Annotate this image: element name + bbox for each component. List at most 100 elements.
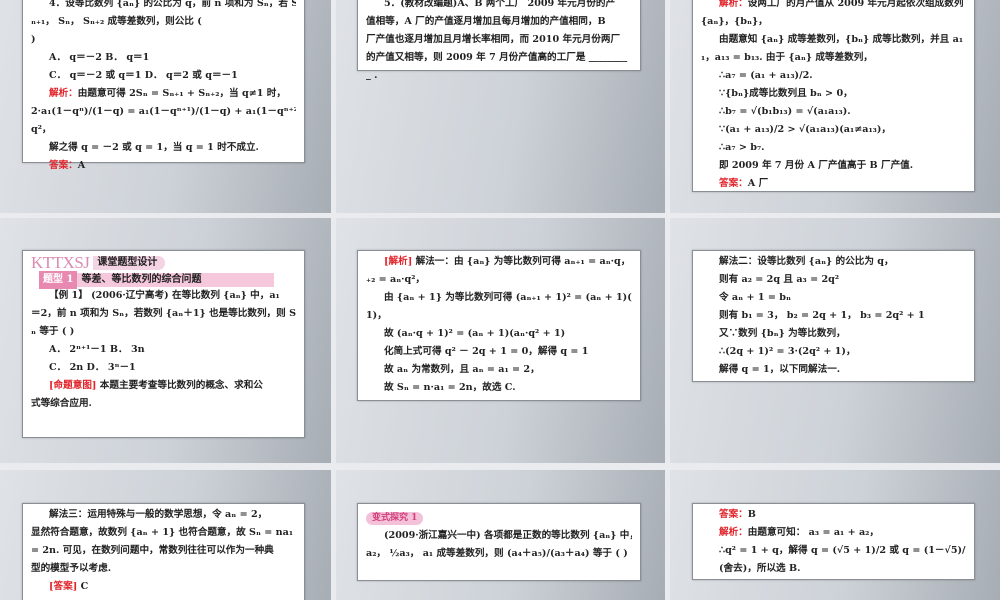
line-text: 本题主要考查等比数列的概念、求和公 — [96, 380, 263, 391]
line-text: 解得 q = 1，以下同解法一. — [719, 364, 841, 375]
text-line: 值相等，A 厂的产值逐月增加且每月增加的产值相同，B — [366, 13, 632, 31]
slide-content-box: 解法三：运用特殊与一般的数学思想，令 aₙ = 2， 显然符合题意，故数列 {aₙ… — [22, 503, 305, 600]
line-text: ₙ₊₁， Sₙ， Sₙ₊₂ 成等差数列，则公比 ( — [31, 16, 202, 27]
text-line: ₊₂ = aₙ·q²， — [366, 271, 632, 289]
text-line: q²， — [31, 121, 296, 139]
line-label: 答案： — [719, 178, 748, 189]
text-line: (舍去)，所以选 B. — [701, 560, 966, 578]
slide-content-box: [解析] 解法一：由 {aₙ} 为等比数列可得 aₙ₊₁ = aₙ·q， aₙ ₊… — [357, 250, 641, 401]
text-line: 故 (aₙ·q + 1)² = (aₙ + 1)(aₙ·q² + 1) — [366, 325, 632, 343]
section-logo: KTTXSJ — [31, 253, 90, 272]
line-text: 式等综合应用. — [31, 398, 92, 409]
slide-content-box: 4．设等比数列 {aₙ} 的公比为 q，前 n 项和为 Sₙ，若 S ₙ₊₁， S… — [22, 0, 305, 171]
text-line: 答案：A 厂 — [701, 175, 966, 193]
text-line: 型的模型予以考虑. — [31, 560, 296, 578]
text-line: 解析：由题意可得 2Sₙ = Sₙ₊₁ + Sₙ₊₂，当 q≠1 时， — [31, 85, 296, 103]
line-text: 值相等，A 厂的产值逐月增加且每月增加的产值相同，B — [366, 16, 606, 27]
line-label: 解析： — [719, 0, 748, 9]
text-line: 答案：B — [701, 506, 966, 524]
text-line: ＝2，前 n 项和为 Sₙ，若数列 {aₙ＋1} 也是等比数列，则 S — [31, 305, 296, 323]
line-label: [答案] — [49, 581, 78, 592]
text-line: (2009·浙江嘉兴一中) 各项都是正数的等比数列 {aₙ} 中， — [366, 527, 632, 545]
text-line: A． 2ⁿ⁺¹－1 B． 3n — [31, 341, 296, 359]
line-label: 解析： — [719, 527, 748, 538]
line-text: C． q＝－2 或 q＝1 D． q＝2 或 q＝－1 — [49, 70, 238, 81]
line-text: ₁，a₁₃ = b₁₃. 由于 {aₙ} 成等差数列， — [701, 52, 873, 63]
line-text: 则有 b₁ = 3， b₂ = 2q + 1， b₃ = 2q² + 1 — [719, 310, 925, 321]
line-text: _ . — [366, 70, 378, 81]
line-text: 解之得 q = －2 或 q = 1，当 q = 1 时不成立. — [49, 142, 259, 153]
text-line: 4．设等比数列 {aₙ} 的公比为 q，前 n 项和为 Sₙ，若 S — [31, 0, 296, 13]
text-line: ∵{bₙ}成等比数列且 bₙ > 0， — [701, 85, 966, 103]
slide-thumbnail-9[interactable]: 答案：B 解析：由题意可知： a₃ = a₁ + a₂， ∴q² = 1 + q，解… — [670, 470, 1000, 600]
line-text: ∴a₇ > b₇. — [719, 142, 765, 153]
slide-thumbnail-1[interactable]: 4．设等比数列 {aₙ} 的公比为 q，前 n 项和为 Sₙ，若 S ₙ₊₁， S… — [0, 0, 331, 213]
line-text: ∴a₇ = (a₁ + a₁₃)/2. — [719, 70, 813, 81]
line-text: ∴q² = 1 + q，解得 q = (√5 + 1)/2 或 q = (1－√… — [719, 545, 966, 556]
text-line: ∴(2q + 1)² = 3·(2q² + 1)， — [701, 343, 966, 361]
line-label: [解析] — [384, 256, 413, 267]
text-line: 式等综合应用. — [31, 395, 296, 413]
text-line: 即 2009 年 7 月份 A 厂产值高于 B 厂产值. — [701, 157, 966, 175]
line-text: 【例 1】 (2006·辽宁高考) 在等比数列 {aₙ} 中，a₁ — [49, 290, 280, 301]
text-line: ∵(a₁ + a₁₃)/2 > √(a₁a₁₃)(a₁≠a₁₃)， — [701, 121, 966, 139]
text-line: C． 2n D． 3ⁿ－1 — [31, 359, 296, 377]
slide-thumbnail-2[interactable]: 5．(教材改编题)A、B 两个工厂 2009 年元月份的产 值相等，A 厂的产值逐… — [336, 0, 665, 213]
slide-thumbnail-4[interactable]: KTTXSJ 课堂题型设计 题型 1 等差、等比数列的综合问题 【例 1】 (2006·… — [0, 218, 331, 463]
variant-badge: 变式探究 1 — [366, 512, 424, 525]
line-text: {aₙ}，{bₙ}， — [701, 16, 768, 27]
line-label: [命题意图] — [49, 380, 97, 391]
slide-thumbnail-3[interactable]: 解析：设两工厂的月产值从 2009 年元月起依次组成数列 {aₙ}，{bₙ}， 由题… — [670, 0, 1000, 213]
text-line: ₁，a₁₃ = b₁₃. 由于 {aₙ} 成等差数列， — [701, 49, 966, 67]
text-line: 则有 b₁ = 3， b₂ = 2q + 1， b₃ = 2q² + 1 — [701, 307, 966, 325]
line-text: 即 2009 年 7 月份 A 厂产值高于 B 厂产值. — [719, 160, 914, 171]
text-line: [命题意图] 本题主要考查等比数列的概念、求和公 — [31, 377, 296, 395]
text-line: 解析：由题意可知： a₃ = a₁ + a₂， — [701, 524, 966, 542]
slide-thumbnail-8[interactable]: 变式探究 1 (2009·浙江嘉兴一中) 各项都是正数的等比数列 {aₙ} 中， a… — [336, 470, 665, 600]
text-line: 厂产值也逐月增加且月增长率相同，而 2010 年元月份两厂 — [366, 31, 632, 49]
line-text: = 2n. 可见，在数列问题中，常数列往往可以作为一种典 — [31, 545, 274, 556]
text-line: = 2n. 可见，在数列问题中，常数列往往可以作为一种典 — [31, 542, 296, 560]
text-line: 1)， — [366, 307, 632, 325]
text-line: 令 aₙ + 1 = bₙ — [701, 289, 966, 307]
text-line: 解析：设两工厂的月产值从 2009 年元月起依次组成数列 — [701, 0, 966, 13]
line-text: ) — [31, 34, 36, 45]
text-line: 解之得 q = －2 或 q = 1，当 q = 1 时不成立. — [31, 139, 296, 157]
text-line: C． q＝－2 或 q＝1 D． q＝2 或 q＝－1 — [31, 67, 296, 85]
text-line: 故 Sₙ = n·a₁ = 2n，故选 C. — [366, 379, 632, 397]
slide-thumbnail-5[interactable]: [解析] 解法一：由 {aₙ} 为等比数列可得 aₙ₊₁ = aₙ·q， aₙ ₊… — [336, 218, 665, 463]
text-line: A． q＝－2 B． q＝1 — [31, 49, 296, 67]
text-line: ∴b₇ = √(b₁b₁₃) = √(a₁a₁₃). — [701, 103, 966, 121]
text-line: ∴a₇ = (a₁ + a₁₃)/2. — [701, 67, 966, 85]
line-text: C． 2n D． 3ⁿ－1 — [49, 362, 136, 373]
line-text: 则有 a₂ = 2q 且 a₃ = 2q² — [719, 274, 840, 285]
slide-thumbnail-6[interactable]: 解法二：设等比数列 {aₙ} 的公比为 q， 则有 a₂ = 2q 且 a₃ = … — [670, 218, 1000, 463]
line-text: (2009·浙江嘉兴一中) 各项都是正数的等比数列 {aₙ} 中， — [384, 530, 632, 541]
slide-thumbnail-7[interactable]: 解法三：运用特殊与一般的数学思想，令 aₙ = 2， 显然符合题意，故数列 {aₙ… — [0, 470, 331, 600]
text-line: _ . — [366, 67, 632, 85]
line-text: 显然符合题意，故数列 {aₙ + 1} 也符合题意，故 Sₙ = na₁ — [31, 527, 294, 538]
line-text: 型的模型予以考虑. — [31, 563, 112, 574]
line-text: ＝2，前 n 项和为 Sₙ，若数列 {aₙ＋1} 也是等比数列，则 S — [31, 308, 296, 319]
line-text: A． q＝－2 B． q＝1 — [49, 52, 150, 63]
section-title: 课堂题型设计 — [93, 256, 166, 270]
text-line: 解法三：运用特殊与一般的数学思想，令 aₙ = 2， — [31, 506, 296, 524]
line-label: 答案： — [719, 509, 748, 520]
text-line: 解法二：设等比数列 {aₙ} 的公比为 q， — [701, 253, 966, 271]
slide-content-box: 5．(教材改编题)A、B 两个工厂 2009 年元月份的产 值相等，A 厂的产值逐… — [357, 0, 641, 81]
text-line: 的产值又相等，则 2009 年 7 月份产值高的工厂是 ________ — [366, 49, 632, 67]
slide-content-box: 变式探究 1 (2009·浙江嘉兴一中) 各项都是正数的等比数列 {aₙ} 中， a… — [357, 503, 641, 581]
text-line: 化简上式可得 q² － 2q + 1 = 0，解得 q = 1 — [366, 343, 632, 361]
text-line: ) — [31, 31, 296, 49]
line-text: 的产值又相等，则 2009 年 7 月份产值高的工厂是 ________ — [366, 52, 628, 63]
text-line: 故 aₙ 为常数列，且 aₙ = a₁ = 2， — [366, 361, 632, 379]
line-text: B — [747, 509, 756, 520]
text-line: 答案：A — [31, 157, 296, 175]
line-label: 解析： — [49, 88, 78, 99]
text-line: ₙ₊₁， Sₙ， Sₙ₊₂ 成等差数列，则公比 ( — [31, 13, 296, 31]
section-banner: KTTXSJ 课堂题型设计 — [31, 253, 296, 273]
line-text: a₂， ½a₃， a₁ 成等差数列，则 (a₄＋a₅)/(a₃＋a₄) 等于 (… — [366, 548, 628, 559]
line-text: ∵{bₙ}成等比数列且 bₙ > 0， — [719, 88, 853, 99]
text-line: ₙ 等于 ( ) — [31, 323, 296, 341]
text-line: ∴q² = 1 + q，解得 q = (√5 + 1)/2 或 q = (1－√… — [701, 542, 966, 560]
